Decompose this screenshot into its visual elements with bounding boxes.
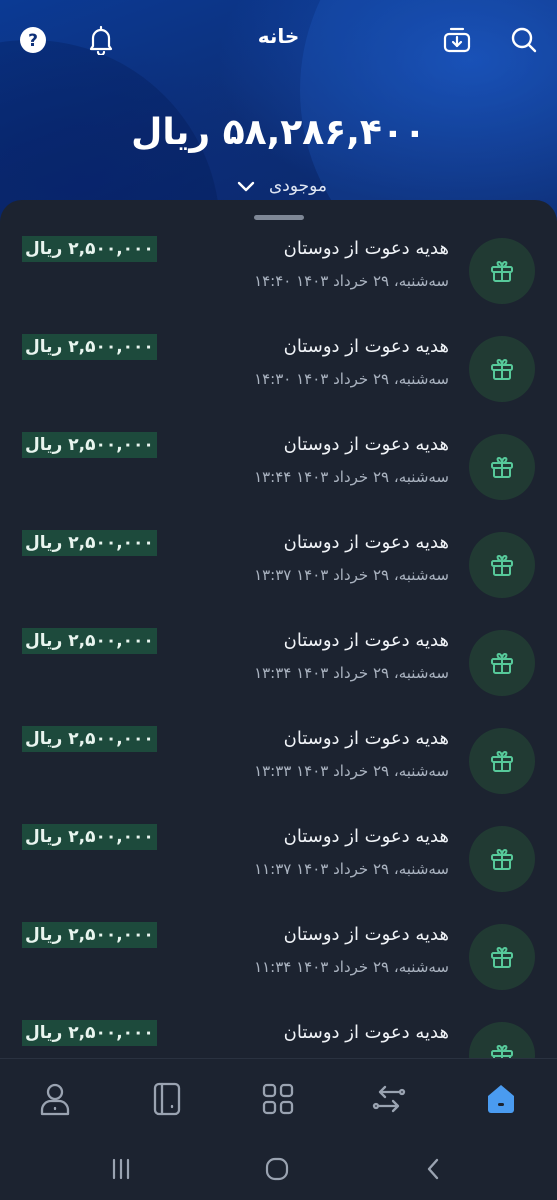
gift-icon [469, 1022, 535, 1058]
transaction-title: هدیه دعوت از دوستان [283, 1022, 449, 1043]
card-icon[interactable] [145, 1077, 189, 1121]
gift-icon [469, 826, 535, 892]
transaction-row[interactable]: هدیه دعوت از دوستان سه‌شنبه، ۲۹ خرداد ۱۴… [0, 232, 557, 330]
transfer-icon[interactable] [367, 1077, 411, 1121]
gift-icon [469, 532, 535, 598]
gift-icon [469, 336, 535, 402]
transaction-title: هدیه دعوت از دوستان [283, 924, 449, 945]
gift-icon [469, 924, 535, 990]
transaction-amount: ۲,۵۰۰,۰۰۰ ریال [22, 334, 157, 360]
sheet-drag-handle[interactable] [254, 215, 304, 220]
transaction-row[interactable]: هدیه دعوت از دوستان سه‌شنبه، ۲۹ خرداد ۱۴… [0, 820, 557, 918]
back-icon[interactable] [418, 1154, 448, 1184]
gift-icon [469, 434, 535, 500]
transaction-date: سه‌شنبه، ۲۹ خرداد ۱۴۰۳ ۱۴:۳۰ [254, 370, 449, 388]
transaction-title: هدیه دعوت از دوستان [283, 728, 449, 749]
bottom-navigation [0, 1058, 557, 1138]
transaction-amount: ۲,۵۰۰,۰۰۰ ریال [22, 824, 157, 850]
recent-apps-icon[interactable] [106, 1154, 136, 1184]
transaction-title: هدیه دعوت از دوستان [283, 630, 449, 651]
profile-icon[interactable] [33, 1077, 77, 1121]
gift-icon [469, 728, 535, 794]
home-icon[interactable] [479, 1077, 523, 1121]
transaction-amount: ۲,۵۰۰,۰۰۰ ریال [22, 922, 157, 948]
transaction-amount: ۲,۵۰۰,۰۰۰ ریال [22, 628, 157, 654]
services-icon[interactable] [256, 1077, 300, 1121]
transaction-title: هدیه دعوت از دوستان [283, 826, 449, 847]
transaction-row[interactable]: هدیه دعوت از دوستان سه‌شنبه، ۲۹ خرداد ۱۴… [0, 918, 557, 1016]
transaction-row[interactable]: هدیه دعوت از دوستان سه‌شنبه، ۲۹ خرداد ۱۴… [0, 526, 557, 624]
transaction-amount: ۲,۵۰۰,۰۰۰ ریال [22, 432, 157, 458]
transaction-amount: ۲,۵۰۰,۰۰۰ ریال [22, 530, 157, 556]
home-button-icon[interactable] [262, 1154, 292, 1184]
transaction-row[interactable]: هدیه دعوت از دوستان سه‌شنبه، ۲۹ خرداد ۱۴… [0, 428, 557, 526]
transaction-title: هدیه دعوت از دوستان [283, 336, 449, 357]
balance-toggle[interactable]: موجودی [222, 172, 342, 200]
transaction-title: هدیه دعوت از دوستان [283, 238, 449, 259]
balance-label: موجودی [268, 176, 328, 196]
transaction-title: هدیه دعوت از دوستان [283, 532, 449, 553]
transaction-amount: ۲,۵۰۰,۰۰۰ ریال [22, 726, 157, 752]
wallet-balance: ۵۸,۲۸۶,۴۰۰ ریال [131, 112, 426, 153]
search-icon[interactable] [508, 24, 540, 56]
transaction-date: سه‌شنبه، ۲۹ خرداد ۱۴۰۳ ۱۱:۳۷ [254, 860, 449, 878]
page-title: خانه [257, 24, 300, 48]
transaction-date: سه‌شنبه، ۲۹ خرداد ۱۴۰۳ ۱۳:۴۴ [254, 468, 449, 486]
transaction-title: هدیه دعوت از دوستان [283, 434, 449, 455]
transaction-date: سه‌شنبه، ۲۹ خرداد ۱۴۰۳ ۱۴:۴۰ [254, 272, 449, 290]
transaction-amount: ۲,۵۰۰,۰۰۰ ریال [22, 236, 157, 262]
transaction-date: سه‌شنبه، ۲۹ خرداد ۱۴۰۳ ۱۳:۳۴ [254, 664, 449, 682]
gift-icon [469, 630, 535, 696]
download-icon[interactable] [441, 24, 473, 56]
transaction-date: سه‌شنبه، ۲۹ خرداد ۱۴۰۳ ۱۳:۳۳ [254, 762, 449, 780]
transactions-sheet[interactable]: هدیه دعوت از دوستان سه‌شنبه، ۲۹ خرداد ۱۴… [0, 200, 557, 1058]
transaction-row[interactable]: هدیه دعوت از دوستان ۲,۵۰۰,۰۰۰ ریال [0, 1016, 557, 1058]
transaction-row[interactable]: هدیه دعوت از دوستان سه‌شنبه، ۲۹ خرداد ۱۴… [0, 722, 557, 820]
system-navigation-bar [0, 1138, 557, 1200]
transaction-date: سه‌شنبه، ۲۹ خرداد ۱۴۰۳ ۱۱:۳۴ [254, 958, 449, 976]
chevron-down-icon [237, 181, 255, 192]
transaction-row[interactable]: هدیه دعوت از دوستان سه‌شنبه، ۲۹ خرداد ۱۴… [0, 624, 557, 722]
transaction-row[interactable]: هدیه دعوت از دوستان سه‌شنبه، ۲۹ خرداد ۱۴… [0, 330, 557, 428]
transaction-amount: ۲,۵۰۰,۰۰۰ ریال [22, 1020, 157, 1046]
transaction-date: سه‌شنبه، ۲۹ خرداد ۱۴۰۳ ۱۳:۳۷ [254, 566, 449, 584]
gift-icon [469, 238, 535, 304]
transaction-list: هدیه دعوت از دوستان سه‌شنبه، ۲۹ خرداد ۱۴… [0, 232, 557, 1058]
